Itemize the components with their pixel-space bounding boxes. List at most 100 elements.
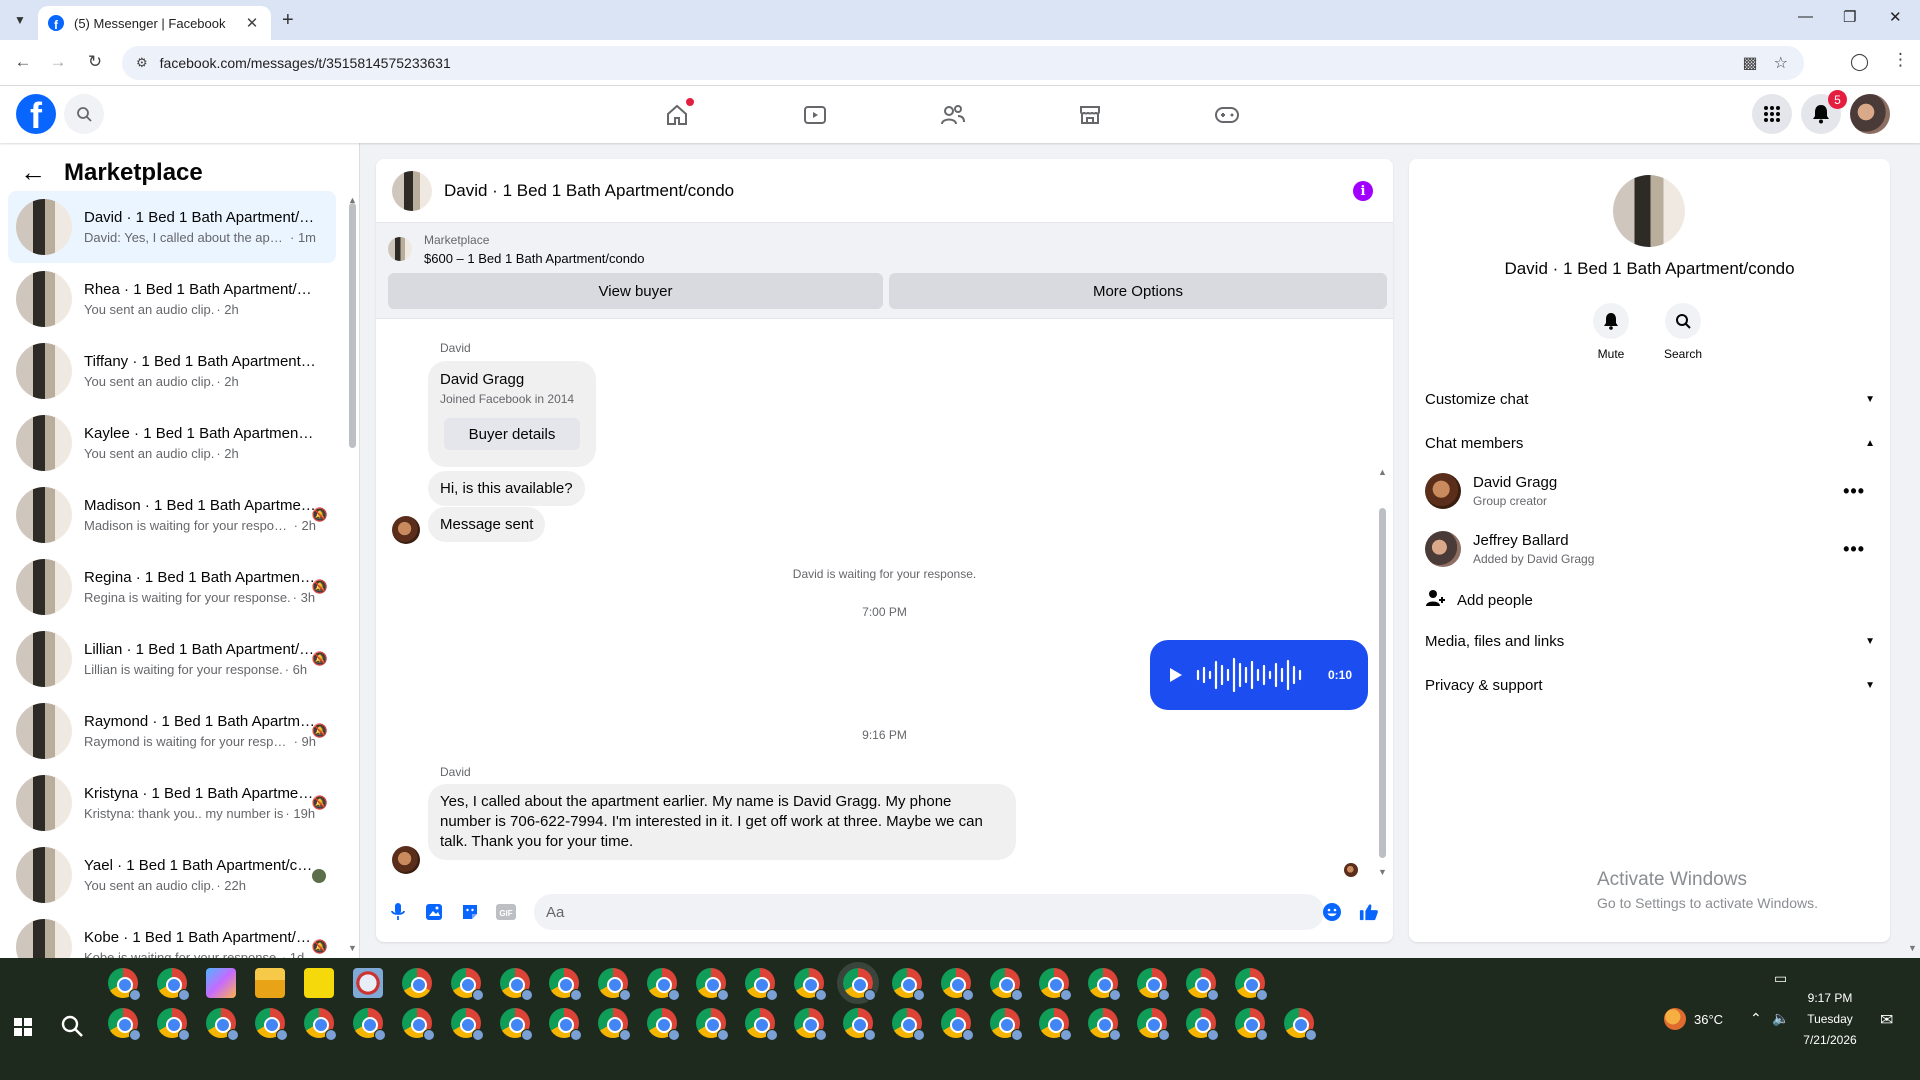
chat-list-item[interactable]: Tiffany · 1 Bed 1 Bath Apartment/condo Yo… [8, 335, 336, 407]
chrome-taskbar-icon[interactable] [1186, 968, 1219, 1001]
details-avatar[interactable] [1613, 175, 1685, 247]
view-buyer-button[interactable]: View buyer [388, 273, 883, 309]
chrome-taskbar-icon[interactable] [941, 1008, 974, 1041]
account-avatar[interactable] [1850, 94, 1890, 134]
message-bubble[interactable]: Hi, is this available? [428, 471, 585, 506]
chrome-taskbar-icon[interactable] [837, 962, 879, 1004]
chrome-menu-icon[interactable]: ⋮ [1892, 50, 1909, 70]
chrome-taskbar-icon[interactable] [745, 968, 778, 1001]
chrome-taskbar-icon[interactable] [892, 1008, 925, 1041]
chrome-taskbar-icon[interactable] [500, 1008, 533, 1041]
chrome-taskbar-icon[interactable] [549, 1008, 582, 1041]
install-app-icon[interactable]: ▩ [1743, 53, 1758, 73]
notifications-center-icon[interactable]: ✉ [1880, 1010, 1893, 1030]
chrome-taskbar-icon[interactable] [108, 968, 141, 1001]
chrome-taskbar-icon[interactable] [794, 968, 827, 1001]
chrome-taskbar-icon[interactable] [647, 968, 680, 1001]
notification-tray-icon[interactable]: ▭ [1774, 970, 1787, 987]
chrome-taskbar-icon[interactable] [794, 1008, 827, 1041]
menu-grid-icon[interactable] [1752, 94, 1792, 134]
chrome-taskbar-icon[interactable] [549, 968, 582, 1001]
conversation-title[interactable]: David · 1 Bed 1 Bath Apartment/condo [444, 181, 734, 201]
conversation-header[interactable]: David · 1 Bed 1 Bath Apartment/condo i [376, 159, 1393, 223]
chrome-taskbar-icon[interactable] [1186, 1008, 1219, 1041]
reload-icon[interactable]: ↻ [84, 52, 106, 72]
sender-avatar[interactable] [392, 846, 420, 874]
like-thumb-icon[interactable] [1359, 902, 1379, 922]
chrome-taskbar-icon[interactable] [598, 1008, 631, 1041]
chat-list-item[interactable]: Raymond · 1 Bed 1 Bath Apartment/condo Ra… [8, 695, 336, 767]
emoji-icon[interactable] [1322, 902, 1342, 922]
chat-list-item[interactable]: Yael · 1 Bed 1 Bath Apartment/condo You s… [8, 839, 336, 911]
chrome-taskbar-icon[interactable] [1137, 1008, 1170, 1041]
chat-list-item[interactable]: Kaylee · 1 Bed 1 Bath Apartment/condo You… [8, 407, 336, 479]
gif-icon[interactable]: GIF [496, 902, 516, 922]
scroll-down-icon[interactable]: ▼ [348, 943, 357, 953]
bookmark-star-icon[interactable]: ☆ [1774, 53, 1788, 73]
message-input[interactable] [534, 894, 1324, 930]
chrome-taskbar-icon[interactable] [500, 968, 533, 1001]
buyer-details-button[interactable]: Buyer details [444, 418, 580, 450]
photo-icon[interactable] [424, 902, 444, 922]
customize-chat-row[interactable]: Customize chat ▼ [1425, 391, 1875, 408]
chat-list-item[interactable]: Madison · 1 Bed 1 Bath Apartment/condo Ma… [8, 479, 336, 551]
chrome-taskbar-icon[interactable] [1039, 968, 1072, 1001]
chrome-taskbar-icon[interactable] [745, 1008, 778, 1041]
chrome-taskbar-icon[interactable] [941, 968, 974, 1001]
chrome-taskbar-icon[interactable] [451, 968, 484, 1001]
message-bubble[interactable]: Yes, I called about the apartment earlie… [428, 784, 1016, 860]
chrome-taskbar-icon[interactable] [647, 1008, 680, 1041]
microphone-icon[interactable] [388, 902, 408, 922]
chrome-taskbar-icon[interactable] [402, 1008, 435, 1041]
more-options-icon[interactable]: ••• [1843, 481, 1865, 502]
chat-list-item[interactable]: David · 1 Bed 1 Bath Apartment/condo Davi… [8, 191, 336, 263]
more-options-button[interactable]: More Options [889, 273, 1387, 309]
notes-taskbar-icon[interactable] [304, 968, 334, 998]
window-close-icon[interactable]: ✕ [1889, 8, 1902, 26]
mute-button[interactable]: Mute [1581, 303, 1641, 361]
chat-list-item[interactable]: Rhea · 1 Bed 1 Bath Apartment/condo You s… [8, 263, 336, 335]
chrome-taskbar-icon[interactable] [157, 968, 190, 1001]
chat-list-item[interactable]: Kristyna · 1 Bed 1 Bath Apartment/condo K… [8, 767, 336, 839]
video-icon[interactable] [802, 102, 828, 128]
chat-member-row[interactable]: Jeffrey Ballard Added by David Gragg ••• [1425, 525, 1875, 573]
chrome-taskbar-icon[interactable] [402, 968, 432, 998]
chrome-taskbar-icon[interactable] [843, 1008, 876, 1041]
sticker-icon[interactable] [460, 902, 480, 922]
conversation-info-icon[interactable]: i [1353, 181, 1373, 201]
marketplace-icon[interactable] [1077, 102, 1103, 128]
conversation-avatar[interactable] [392, 170, 432, 211]
audio-clip-bubble[interactable]: 0:10 [1150, 640, 1368, 710]
scroll-up-icon[interactable]: ▲ [348, 195, 357, 205]
explorer-taskbar-icon[interactable] [255, 968, 285, 998]
media-files-row[interactable]: Media, files and links ▼ [1425, 633, 1875, 650]
chrome-taskbar-icon[interactable] [157, 1008, 190, 1041]
taskbar-search-icon[interactable] [60, 1014, 84, 1043]
gaming-icon[interactable] [1214, 102, 1240, 128]
chat-list-item[interactable]: Lillian · 1 Bed 1 Bath Apartment/condo Li… [8, 623, 336, 695]
weather-icon[interactable] [1664, 1008, 1686, 1030]
sender-avatar[interactable] [392, 516, 420, 544]
more-options-icon[interactable]: ••• [1843, 539, 1865, 560]
chrome-taskbar-icon[interactable] [108, 1008, 141, 1041]
site-settings-icon[interactable]: ⚙ [136, 55, 148, 71]
listing-title[interactable]: $600 – 1 Bed 1 Bath Apartment/condo [424, 251, 644, 266]
profile-icon[interactable]: ◯ [1850, 52, 1869, 72]
chrome-taskbar-icon[interactable] [990, 968, 1023, 1001]
chrome-taskbar-icon[interactable] [1088, 968, 1121, 1001]
chrome-taskbar-icon[interactable] [1137, 968, 1170, 1001]
show-hidden-icons-icon[interactable]: ⌃ [1750, 1010, 1762, 1027]
message-sent-bubble[interactable]: Message sent [428, 507, 546, 542]
taskbar-clock[interactable]: 9:17 PM Tuesday 7/21/2026 [1780, 988, 1880, 1051]
chat-list-item[interactable]: Regina · 1 Bed 1 Bath Apartment/condo Reg… [8, 551, 336, 623]
chrome-taskbar-icon[interactable] [451, 1008, 484, 1041]
facebook-logo-icon[interactable]: f [16, 94, 56, 134]
search-in-chat-button[interactable]: Search [1653, 303, 1713, 361]
chat-member-row[interactable]: David Gragg Group creator ••• [1425, 467, 1875, 515]
address-bar[interactable]: ⚙ facebook.com/messages/t/35158145752336… [122, 46, 1804, 80]
chrome-taskbar-icon[interactable] [304, 1008, 337, 1041]
thread-scroll-down-icon[interactable]: ▼ [1378, 867, 1387, 877]
back-icon[interactable]: ← [12, 52, 34, 72]
browser-tab[interactable]: f (5) Messenger | Facebook ✕ [38, 6, 271, 40]
thread-scrollbar[interactable] [1379, 508, 1386, 858]
